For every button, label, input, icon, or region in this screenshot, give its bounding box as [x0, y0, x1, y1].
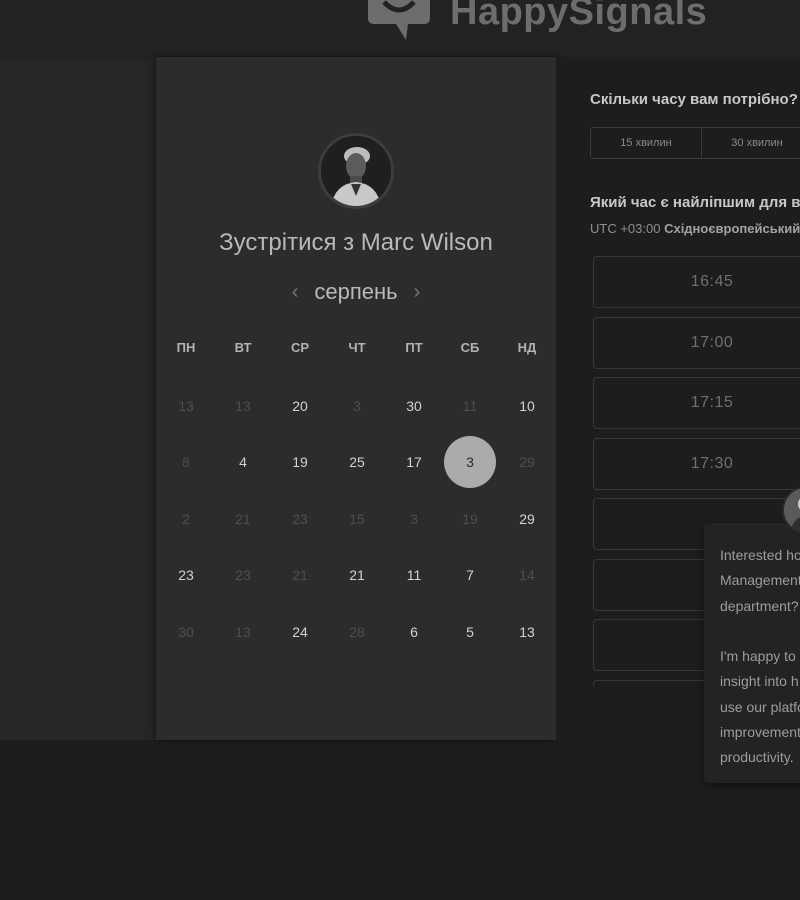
calendar-day[interactable]: 6 [388, 606, 440, 658]
chevron-right-icon[interactable]: › [404, 281, 431, 304]
weekday-label: ПТ [405, 340, 423, 355]
duration-option-30[interactable]: 30 хвилин [702, 128, 800, 158]
calendar-day[interactable]: 24 [274, 606, 326, 658]
calendar-day[interactable]: 11 [388, 549, 440, 601]
calendar-day[interactable]: 25 [331, 436, 383, 488]
timezone-offset: UTC +03:00 [590, 221, 661, 236]
time-slot-label: 17:30 [690, 454, 734, 472]
time-slot-label: 17:00 [690, 333, 734, 351]
calendar-day: 3 [410, 511, 418, 527]
chevron-left-icon[interactable]: ‹ [282, 281, 309, 304]
time-question: Який час є найліпшим для вас? [590, 194, 800, 211]
duration-selector: 15 хвилин 30 хвилин [590, 127, 800, 159]
weekday-label: СБ [460, 340, 480, 355]
brand-logo[interactable]: HappySignals [366, 0, 707, 42]
meeting-title: Зустрітися з Marc Wilson [219, 229, 493, 256]
calendar-day[interactable]: 30 [388, 380, 440, 432]
chat-popup[interactable]: Interested how Management department? I'… [704, 523, 800, 783]
calendar-card: Зустрітися з Marc Wilson ‹ серпень › ПН В… [156, 57, 556, 740]
month-label: серпень [314, 279, 398, 304]
calendar-day: 14 [519, 567, 535, 583]
calendar-day[interactable]: 20 [274, 380, 326, 432]
weekday-label: ЧТ [348, 340, 366, 355]
calendar-day[interactable]: 13 [501, 606, 553, 658]
chat-message: Interested how Management department? I'… [720, 547, 800, 766]
time-slot[interactable]: 16:45 [593, 256, 800, 308]
time-slot[interactable]: 17:30 [593, 437, 800, 490]
calendar-day[interactable]: 29 [501, 493, 553, 545]
speech-bubble-logo-icon [366, 0, 432, 40]
calendar-day[interactable]: 17 [388, 436, 440, 488]
calendar-day: 2 [182, 511, 190, 527]
top-header: HappySignals [0, 0, 800, 60]
weekday-header: ПН ВТ СР ЧТ ПТ СБ НД [156, 340, 556, 360]
calendar-day[interactable]: 4 [217, 436, 269, 488]
timezone-name[interactable]: Східноєвропейський час [664, 221, 800, 236]
calendar-day[interactable]: 10 [501, 380, 553, 432]
time-slot[interactable]: 17:00 [593, 316, 800, 369]
calendar-day: 28 [349, 624, 365, 640]
calendar-day: 13 [178, 398, 194, 414]
selected-day[interactable]: 3 [444, 436, 496, 488]
duration-option-15[interactable]: 15 хвилин [591, 128, 702, 158]
weekday-label: ВТ [234, 340, 252, 355]
calendar-day[interactable]: 7 [444, 549, 496, 601]
calendar-day: 21 [235, 511, 251, 527]
weekday-label: НД [517, 340, 537, 355]
time-slot[interactable]: 17:15 [593, 377, 800, 429]
calendar-day: 11 [462, 398, 478, 414]
timezone-label: UTC +03:00 Східноєвропейський час [590, 221, 800, 236]
calendar-day: 3 [353, 398, 361, 414]
host-avatar [318, 133, 394, 209]
person-photo-icon [321, 136, 391, 206]
time-slot-label: 17:15 [690, 394, 734, 411]
calendar-day: 30 [178, 624, 194, 640]
weekday-label: СР [290, 340, 310, 355]
calendar-day[interactable]: 21 [331, 549, 383, 601]
calendar-day: 29 [519, 454, 535, 470]
weekday-label: ПН [176, 340, 196, 355]
calendar-day[interactable]: 23 [160, 549, 212, 601]
calendar-day: 23 [292, 511, 308, 527]
calendar-day: 13 [235, 398, 251, 414]
time-slot-label: 16:45 [690, 273, 734, 290]
page: HappySignals Зустрітися з Marc Wilson ‹ … [0, 0, 800, 900]
calendar-day: 21 [292, 567, 308, 583]
calendar-day: 15 [349, 511, 365, 527]
calendar-day[interactable]: 5 [444, 606, 496, 658]
duration-question: Скільки часу вам потрібно? [590, 91, 798, 108]
calendar-day: 8 [182, 454, 190, 470]
calendar-day: 23 [235, 567, 251, 583]
calendar-day: 13 [235, 624, 251, 640]
brand-name: HappySignals [450, 0, 708, 33]
calendar-day[interactable]: 19 [274, 436, 326, 488]
month-navigator: ‹ серпень › [156, 279, 556, 305]
calendar-day: 19 [462, 511, 478, 527]
